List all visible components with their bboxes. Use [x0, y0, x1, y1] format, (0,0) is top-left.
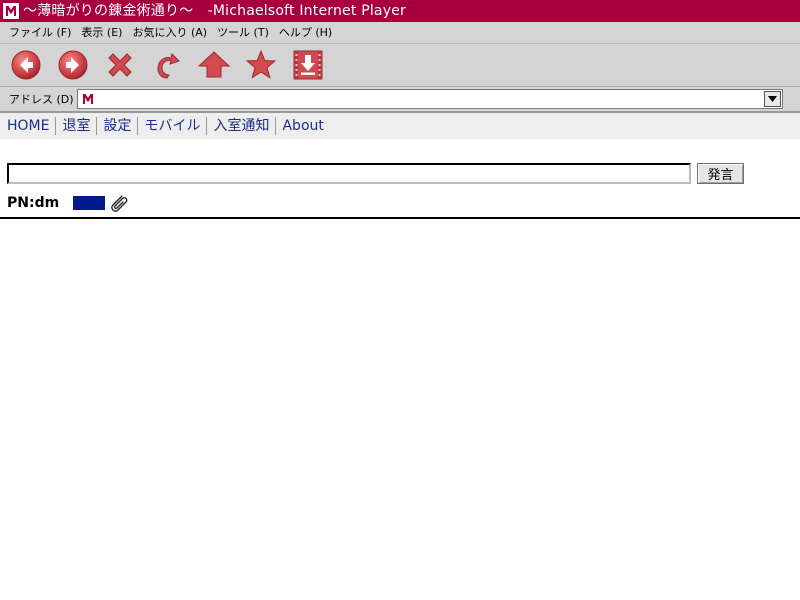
address-input[interactable] [94, 91, 764, 107]
address-bar: アドレス (D) [0, 87, 800, 113]
title-bar[interactable]: ～薄暗がりの錬金術通り～ -Michaelsoft Internet Playe… [0, 0, 800, 22]
nav-leave[interactable]: 退室 [55, 117, 96, 135]
download-button[interactable] [290, 47, 326, 83]
home-up-arrow-icon [197, 51, 231, 78]
refresh-icon [157, 53, 180, 79]
nav-mobile[interactable]: モバイル [137, 117, 206, 135]
chat-area: 発言 PN:dm [0, 139, 800, 599]
back-arrow-icon [11, 50, 41, 80]
paperclip-icon [111, 195, 128, 212]
message-input[interactable] [7, 163, 691, 184]
refresh-button[interactable] [149, 47, 185, 83]
address-dropdown-button[interactable] [763, 91, 781, 107]
nav-home[interactable]: HOME [1, 117, 55, 135]
attach-button[interactable] [108, 192, 130, 214]
stop-x-icon [108, 53, 132, 77]
back-button[interactable] [8, 47, 44, 83]
home-button[interactable] [196, 47, 232, 83]
name-color-swatch[interactable] [73, 196, 106, 210]
site-nav: HOME 退室 設定 モバイル 入室通知 About [0, 113, 800, 139]
menu-bar: ファイル (F) 表示 (E) お気に入り (A) ツール (T) ヘルプ (H… [0, 22, 800, 44]
address-label: アドレス (D) [9, 93, 74, 106]
chevron-down-icon [767, 96, 777, 102]
nav-about[interactable]: About [275, 117, 329, 135]
address-field[interactable] [76, 89, 783, 109]
menu-tools[interactable]: ツール (T) [212, 22, 274, 44]
michaelsoft-m-icon [81, 92, 95, 106]
favorites-button[interactable] [243, 47, 279, 83]
nav-settings[interactable]: 設定 [96, 117, 137, 135]
browser-window: ～薄暗がりの錬金術通り～ -Michaelsoft Internet Playe… [0, 0, 800, 600]
name-row: PN:dm [7, 192, 130, 214]
say-button[interactable]: 発言 [697, 163, 744, 184]
forward-arrow-icon [58, 50, 88, 80]
toolbar [0, 44, 800, 87]
michaelsoft-m-icon[interactable] [3, 3, 19, 19]
favorites-star-icon [245, 49, 277, 79]
divider [0, 217, 800, 219]
message-form: 発言 [7, 163, 744, 184]
forward-button[interactable] [55, 47, 91, 83]
stop-button[interactable] [102, 47, 138, 83]
window-title: ～薄暗がりの錬金術通り～ -Michaelsoft Internet Playe… [23, 3, 406, 19]
nav-entry-notice[interactable]: 入室通知 [206, 117, 275, 135]
menu-view[interactable]: 表示 (E) [76, 22, 127, 44]
menu-favorites[interactable]: お気に入り (A) [127, 22, 212, 44]
menu-file[interactable]: ファイル (F) [4, 22, 76, 44]
menu-help[interactable]: ヘルプ (H) [274, 22, 337, 44]
download-icon [293, 50, 323, 80]
pen-name: PN:dm [7, 195, 60, 211]
